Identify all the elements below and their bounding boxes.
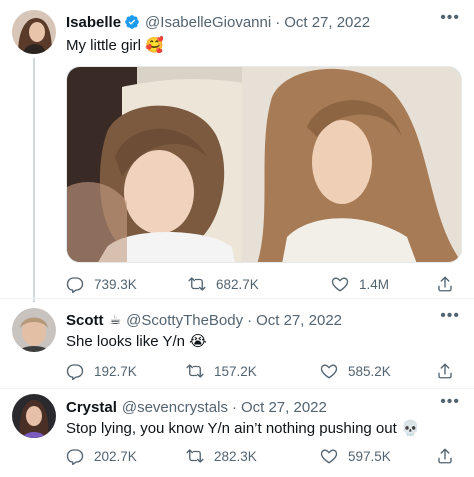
tweet-date[interactable]: Oct 27, 2022: [284, 14, 370, 31]
tweet-actions: 192.7K 157.2K 585.2K: [66, 362, 462, 382]
tweet-scott[interactable]: Scott ☕ @ScottyTheBody · Oct 27, 2022 ••…: [0, 298, 474, 388]
retweet-button[interactable]: 682.7K: [188, 275, 259, 293]
tweet-header: Scott ☕ @ScottyTheBody · Oct 27, 2022: [66, 310, 434, 330]
reply-count: 192.7K: [94, 363, 137, 379]
retweet-button[interactable]: 157.2K: [186, 362, 257, 380]
more-icon[interactable]: •••: [440, 394, 460, 410]
like-count: 597.5K: [348, 448, 391, 464]
user-handle[interactable]: @ScottyTheBody: [126, 312, 243, 329]
display-name[interactable]: Crystal: [66, 399, 117, 416]
tweet-isabelle[interactable]: Isabelle @IsabelleGiovanni · Oct 27, 202…: [0, 0, 474, 302]
tweet-actions: 739.3K 682.7K 1.4M: [66, 275, 462, 295]
retweet-icon: [186, 447, 204, 465]
thread-line: [33, 58, 35, 302]
retweet-button[interactable]: 282.3K: [186, 447, 257, 465]
tweet-header: Crystal @sevencrystals · Oct 27, 2022: [66, 397, 434, 417]
like-count: 1.4M: [359, 276, 390, 292]
display-name[interactable]: Isabelle: [66, 14, 121, 31]
reply-count: 202.7K: [94, 448, 137, 464]
tweet-actions: 202.7K 282.3K 597.5K: [66, 447, 462, 467]
like-icon: [320, 362, 338, 380]
like-count: 585.2K: [348, 363, 391, 379]
reply-icon: [66, 275, 84, 293]
like-icon: [331, 275, 349, 293]
reply-count: 739.3K: [94, 276, 137, 292]
share-icon: [436, 275, 454, 293]
retweet-count: 282.3K: [214, 448, 257, 464]
retweet-count: 682.7K: [216, 276, 259, 292]
tweet-text: My little girl 🥰: [66, 37, 164, 54]
tweet-date[interactable]: Oct 27, 2022: [256, 312, 342, 329]
reply-icon: [66, 447, 84, 465]
separator-dot: ·: [275, 13, 281, 31]
reply-button[interactable]: 739.3K: [66, 275, 137, 293]
share-button[interactable]: [436, 362, 454, 383]
retweet-icon: [186, 362, 204, 380]
reply-button[interactable]: 192.7K: [66, 362, 137, 380]
user-handle[interactable]: @sevencrystals: [122, 399, 228, 416]
reply-icon: [66, 362, 84, 380]
like-button[interactable]: 1.4M: [331, 275, 389, 293]
share-icon: [436, 362, 454, 380]
tweet-text: Stop lying, you know Y/n ain’t nothing p…: [66, 420, 420, 437]
verified-badge-icon: [124, 14, 140, 30]
separator-dot: ·: [231, 398, 237, 416]
avatar-isabelle[interactable]: [12, 10, 56, 54]
retweet-icon: [188, 275, 206, 293]
avatar-crystal[interactable]: [12, 394, 56, 438]
more-icon[interactable]: •••: [440, 10, 460, 26]
retweet-count: 157.2K: [214, 363, 257, 379]
separator-dot: ·: [247, 311, 253, 329]
avatar-scott[interactable]: [12, 308, 56, 352]
tweet-photo[interactable]: [66, 66, 462, 263]
share-button[interactable]: [436, 275, 454, 296]
tweet-text: She looks like Y/n 😭: [66, 333, 207, 350]
share-icon: [436, 447, 454, 465]
coffee-emoji: ☕: [109, 312, 122, 327]
like-icon: [320, 447, 338, 465]
share-button[interactable]: [436, 447, 454, 468]
tweet-crystal[interactable]: Crystal @sevencrystals · Oct 27, 2022 ••…: [0, 388, 474, 477]
tweet-header: Isabelle @IsabelleGiovanni · Oct 27, 202…: [66, 12, 434, 32]
like-button[interactable]: 585.2K: [320, 362, 391, 380]
like-button[interactable]: 597.5K: [320, 447, 391, 465]
reply-button[interactable]: 202.7K: [66, 447, 137, 465]
display-name[interactable]: Scott: [66, 312, 104, 329]
tweet-date[interactable]: Oct 27, 2022: [241, 399, 327, 416]
more-icon[interactable]: •••: [440, 308, 460, 324]
user-handle[interactable]: @IsabelleGiovanni: [145, 14, 271, 31]
